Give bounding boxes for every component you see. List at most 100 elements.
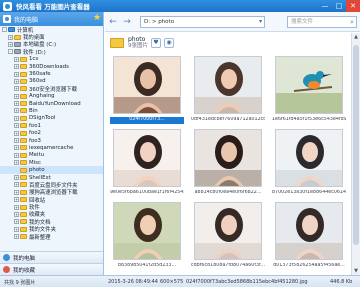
expand-toggle-icon[interactable]: +: [8, 41, 13, 47]
heart-icon: [3, 266, 10, 273]
tree-item[interactable]: - 软件 (D:): [0, 48, 103, 56]
thumbnail-item[interactable]: 024f7000f73...: [108, 54, 184, 125]
expand-toggle-icon[interactable]: +: [14, 211, 19, 217]
thumbnail-item[interactable]: d01373f5826254aa5f456ae...: [270, 200, 346, 271]
tree-item[interactable]: + 本地磁盘 (C:): [0, 41, 103, 48]
expand-toggle-icon[interactable]: +: [14, 123, 19, 129]
expand-toggle-icon[interactable]: +: [14, 78, 19, 84]
tree-item[interactable]: +360safe: [0, 70, 103, 77]
expand-toggle-icon[interactable]: +: [14, 197, 19, 203]
expand-toggle-icon[interactable]: +: [14, 145, 19, 151]
tree-item[interactable]: + 我的文件夹: [0, 226, 103, 233]
thumbnail-item[interactable]: a8814c80f0ea4e0f6f6822...: [189, 127, 265, 198]
favorite-star-icon[interactable]: ★: [93, 13, 101, 23]
tree-item[interactable]: + 最新整理: [0, 233, 103, 241]
thumbnail-item[interactable]: 9e0e5f6ba6100bae1f1f6f4254515...: [108, 127, 184, 198]
thumbnail-image[interactable]: [194, 129, 262, 187]
expand-toggle-icon[interactable]: +: [14, 115, 19, 121]
tree-item[interactable]: + BaiduYunDownload: [0, 100, 103, 107]
expand-toggle-icon[interactable]: +: [14, 175, 19, 180]
thumbnail-image[interactable]: [113, 56, 181, 114]
expand-toggle-icon[interactable]: +: [14, 152, 19, 158]
tree-item[interactable]: +1cs: [0, 56, 103, 63]
thumbnail-item[interactable]: cdbf6c81808a7fd8074a60f3f...: [189, 200, 265, 271]
expand-toggle-icon[interactable]: +: [14, 108, 19, 114]
eye-icon[interactable]: ◉: [164, 38, 174, 48]
thumbnail-image[interactable]: [275, 56, 343, 114]
expand-toggle-icon[interactable]: +: [14, 86, 19, 92]
tree-item[interactable]: + 回收站: [0, 196, 103, 204]
expand-toggle-icon[interactable]: +: [14, 130, 19, 136]
tree-item[interactable]: +360Downloads: [0, 63, 103, 70]
folder-icon: [20, 197, 27, 203]
expand-toggle-icon[interactable]: +: [14, 101, 19, 107]
expand-toggle-icon[interactable]: +: [14, 64, 19, 70]
expand-toggle-icon[interactable]: +: [14, 160, 19, 166]
expand-toggle-icon[interactable]: +: [14, 71, 19, 77]
thumbnail-image[interactable]: [113, 202, 181, 260]
thumbnail-item[interactable]: b7002e13a30f1e88644ec0614...: [270, 127, 346, 198]
tree-item[interactable]: + foo3: [0, 137, 103, 144]
thumbnail-image[interactable]: [194, 56, 262, 114]
footer-favorites[interactable]: 我的收藏: [0, 263, 103, 275]
tree-item[interactable]: + iexeqamercache: [0, 144, 103, 151]
forward-button[interactable]: →: [121, 16, 133, 28]
tree-item[interactable]: + 搜狗高速浏览器下载: [0, 189, 103, 196]
folder-icon: [20, 138, 27, 144]
thumbnail-image[interactable]: [194, 202, 262, 260]
tree-item[interactable]: + Meitu: [0, 152, 103, 159]
footer-computer[interactable]: 我的电脑: [0, 251, 103, 263]
heart-icon[interactable]: ♥: [151, 38, 161, 48]
tree-item-label: DSignTool: [29, 115, 56, 122]
tree-item[interactable]: + DSignTool: [0, 115, 103, 122]
tree-item[interactable]: + Misc: [0, 159, 103, 166]
thumbnail-item[interactable]: 0df431edcbef7609a712a012cd...: [189, 54, 265, 125]
thumbnail-filename: 1e6f61fd4a5f1f53e6c543e4fd9...: [272, 117, 346, 122]
search-input[interactable]: 搜索文件 ⌕: [287, 16, 357, 28]
expand-toggle-icon[interactable]: +: [14, 93, 19, 99]
tree-item[interactable]: - 计算机: [0, 26, 103, 34]
scroll-up-icon[interactable]: ▲: [352, 33, 360, 41]
tree-item[interactable]: + Bin: [0, 107, 103, 114]
thumbnail-image[interactable]: [275, 202, 343, 260]
maximize-button[interactable]: □: [332, 0, 346, 12]
expand-toggle-icon[interactable]: +: [14, 189, 19, 195]
tree-item[interactable]: photo: [0, 166, 103, 174]
expand-toggle-icon[interactable]: +: [14, 234, 19, 240]
expand-toggle-icon[interactable]: -: [8, 49, 13, 55]
scroll-thumb[interactable]: [353, 45, 359, 245]
scroll-down-icon[interactable]: ▼: [352, 267, 360, 275]
thumbnail-item[interactable]: 1e6f61fd4a5f1f53e6c543e4fd9...: [270, 54, 346, 125]
thumbnail-image[interactable]: [275, 129, 343, 187]
expand-toggle-icon[interactable]: [14, 168, 19, 173]
vertical-scrollbar[interactable]: ▲ ▼: [351, 33, 360, 275]
tree-item[interactable]: + 收藏夹: [0, 211, 103, 218]
expand-toggle-icon[interactable]: +: [14, 56, 19, 62]
minimize-button[interactable]: —: [318, 0, 332, 12]
tree-item[interactable]: + foo2: [0, 129, 103, 136]
title-bar[interactable]: 快风看看 万能图片查看器 — □ ✕: [0, 0, 360, 12]
tree-item[interactable]: + Anghaing: [0, 93, 103, 100]
search-icon[interactable]: ⌕: [350, 17, 354, 27]
path-bar[interactable]: D: > photo ▾: [140, 16, 265, 28]
close-button[interactable]: ✕: [346, 0, 360, 12]
chevron-down-icon[interactable]: ▾: [259, 18, 262, 25]
tree-item[interactable]: +360安全浏览器下载: [0, 85, 103, 93]
thumbnail-item[interactable]: b8389b5041f2d5d233...: [108, 200, 184, 271]
folder-icon: [20, 78, 27, 84]
thumbnail-image[interactable]: [113, 129, 181, 187]
expand-toggle-icon[interactable]: -: [2, 27, 7, 33]
expand-toggle-icon[interactable]: +: [8, 34, 13, 40]
expand-toggle-icon[interactable]: +: [14, 219, 19, 225]
window-title: 快风看看 万能图片查看器: [16, 3, 90, 11]
expand-toggle-icon[interactable]: +: [14, 182, 19, 188]
folder-icon: [20, 234, 27, 240]
expand-toggle-icon[interactable]: +: [14, 138, 19, 144]
tree-item[interactable]: + 软件: [0, 203, 103, 211]
tree-item-label: 最新整理: [29, 234, 51, 241]
tree-item[interactable]: + foo1: [0, 122, 103, 129]
expand-toggle-icon[interactable]: +: [14, 204, 19, 210]
expand-toggle-icon[interactable]: +: [14, 226, 19, 232]
back-button[interactable]: ←: [107, 16, 119, 28]
folder-info: photo 9张图片: [128, 36, 148, 50]
